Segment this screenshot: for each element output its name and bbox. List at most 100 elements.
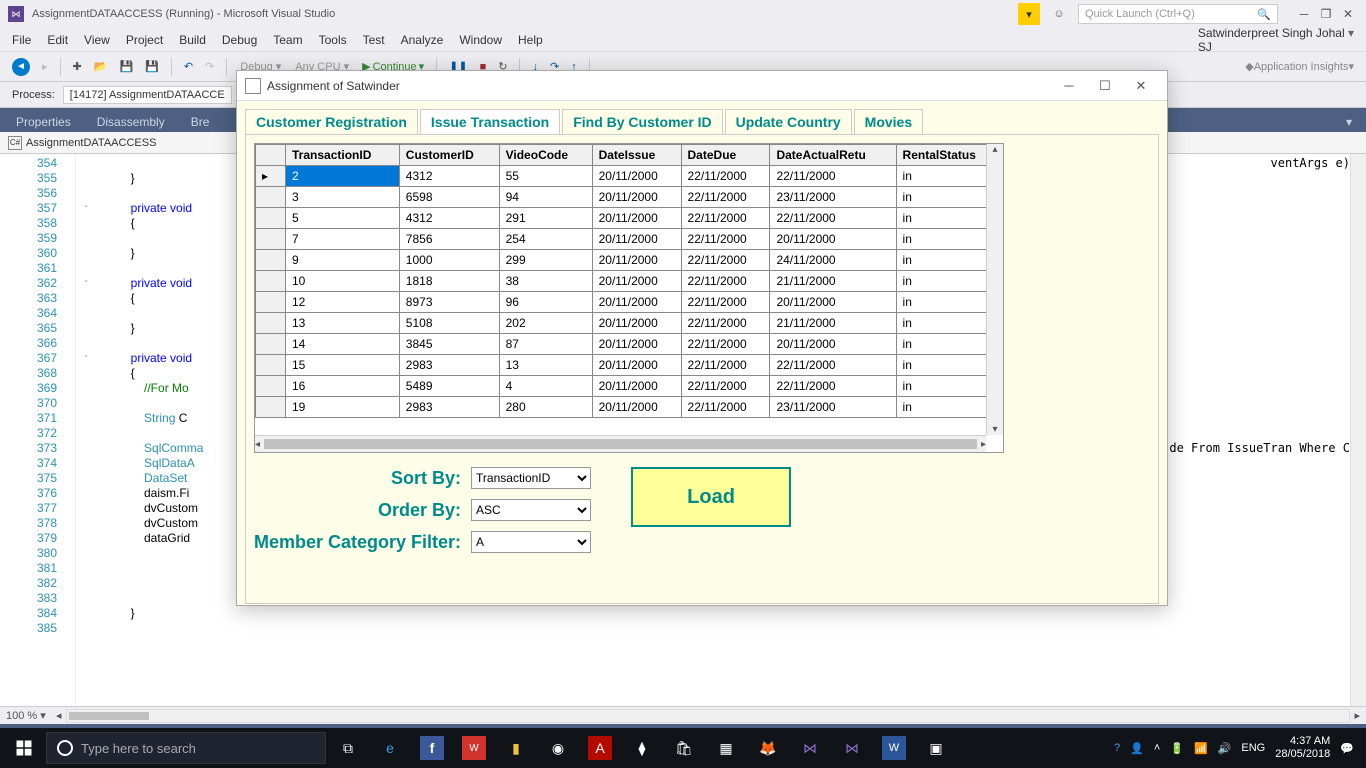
vertical-scrollbar[interactable]	[1350, 132, 1366, 706]
open-icon[interactable]: 📂	[90, 56, 112, 78]
tab-properties[interactable]: Properties	[4, 110, 83, 132]
table-row[interactable]: 5431229120/11/200022/11/200022/11/2000in	[256, 208, 1003, 229]
table-row[interactable]: 7785625420/11/200022/11/200020/11/2000in	[256, 229, 1003, 250]
menu-view[interactable]: View	[84, 33, 110, 47]
dialog-tab-2[interactable]: Find By Customer ID	[562, 109, 722, 134]
table-row[interactable]: ▸243125520/11/200022/11/200022/11/2000in	[256, 166, 1003, 187]
tab-overflow-icon[interactable]: ▾	[1334, 110, 1364, 132]
menu-debug[interactable]: Debug	[222, 33, 257, 47]
wifi-icon[interactable]: 📶	[1194, 742, 1208, 755]
menu-window[interactable]: Window	[459, 33, 502, 47]
minimize-button[interactable]: ─	[1294, 4, 1314, 24]
task-view-icon[interactable]: ⧉	[328, 728, 368, 768]
clock[interactable]: 4:37 AM 28/05/2018	[1275, 735, 1330, 761]
table-row[interactable]: 1438458720/11/200022/11/200020/11/2000in	[256, 334, 1003, 355]
grid-hscroll[interactable]: ◂▸	[255, 435, 986, 452]
menu-build[interactable]: Build	[179, 33, 206, 47]
scroll-left-icon[interactable]: ◂	[56, 709, 62, 722]
table-row[interactable]: 1289739620/11/200022/11/200020/11/2000in	[256, 292, 1003, 313]
data-grid[interactable]: TransactionIDCustomerIDVideoCodeDateIssu…	[254, 143, 1004, 453]
tray-chevron-icon[interactable]: ˄	[1154, 742, 1160, 754]
restore-button[interactable]: ❐	[1316, 4, 1336, 24]
menu-file[interactable]: File	[12, 33, 31, 47]
edge-icon[interactable]: e	[370, 728, 410, 768]
table-row[interactable]: 165489420/11/200022/11/200022/11/2000in	[256, 376, 1003, 397]
tab-breakpoints[interactable]: Bre	[179, 110, 222, 132]
dropbox-icon[interactable]: ⧫	[622, 728, 662, 768]
nav-back-icon[interactable]: ◄	[12, 58, 30, 76]
load-button[interactable]: Load	[631, 467, 791, 527]
dialog-title: Assignment of Satwinder	[267, 79, 400, 93]
menu-team[interactable]: Team	[273, 33, 302, 47]
zoom-dropdown[interactable]: 100 % ▾	[6, 709, 56, 722]
dialog-tab-1[interactable]: Issue Transaction	[420, 109, 560, 134]
word-icon[interactable]: W	[882, 736, 906, 760]
menu-tools[interactable]: Tools	[319, 33, 347, 47]
scroll-right-icon[interactable]: ▸	[1354, 709, 1360, 722]
menu-help[interactable]: Help	[518, 33, 543, 47]
order-by-select[interactable]: ASC	[471, 499, 591, 521]
menu-project[interactable]: Project	[126, 33, 163, 47]
redo-icon[interactable]: ↷	[201, 56, 218, 78]
signed-in-user[interactable]: Satwinderpreet Singh Johal ▾ SJ	[1198, 26, 1354, 54]
language-indicator[interactable]: ENG	[1241, 742, 1265, 754]
volume-icon[interactable]: 🔊	[1218, 742, 1232, 755]
help-icon[interactable]: ?	[1114, 742, 1120, 754]
tab-disassembly[interactable]: Disassembly	[85, 110, 177, 132]
quick-launch-input[interactable]: Quick Launch (Ctrl+Q) 🔍	[1078, 4, 1278, 24]
gimp-icon[interactable]: 🦊	[748, 728, 788, 768]
start-button[interactable]	[4, 728, 44, 768]
save-icon[interactable]: 💾	[115, 56, 137, 78]
dialog-tab-4[interactable]: Movies	[854, 109, 923, 134]
wps-icon[interactable]: W	[462, 736, 486, 760]
table-row[interactable]: 1529831320/11/200022/11/200022/11/2000in	[256, 355, 1003, 376]
table-row[interactable]: 9100029920/11/200022/11/200024/11/2000in	[256, 250, 1003, 271]
tab-panel: TransactionIDCustomerIDVideoCodeDateIssu…	[245, 134, 1159, 604]
feedback-icon[interactable]: ☺	[1048, 3, 1070, 25]
line-number-gutter: 3543553563573583593603613623633643653663…	[0, 132, 76, 706]
nav-fwd-icon[interactable]: ▸	[38, 56, 52, 78]
sort-by-select[interactable]: TransactionID	[471, 467, 591, 489]
dialog-tab-3[interactable]: Update Country	[725, 109, 852, 134]
app-icon	[245, 78, 261, 94]
vs-installer-icon[interactable]: ⋈	[790, 728, 830, 768]
acrobat-icon[interactable]: A	[588, 736, 612, 760]
notification-flag-icon[interactable]: ▾	[1018, 3, 1040, 25]
app-insights-dropdown[interactable]: ◆ Application Insights ▾	[1241, 56, 1358, 78]
app-icon[interactable]: ▦	[706, 728, 746, 768]
filter-select[interactable]: A	[471, 531, 591, 553]
process-selector[interactable]: [14172] AssignmentDATAACCE	[63, 86, 232, 104]
facebook-icon[interactable]: f	[420, 736, 444, 760]
taskbar-search[interactable]: Type here to search	[46, 732, 326, 764]
table-row[interactable]: 365989420/11/200022/11/200023/11/2000in	[256, 187, 1003, 208]
outline-gutter[interactable]: ---	[76, 132, 96, 706]
store-icon[interactable]: 🛍	[664, 728, 704, 768]
table-row[interactable]: 13510820220/11/200022/11/200021/11/2000i…	[256, 313, 1003, 334]
horizontal-scrollbar[interactable]	[66, 709, 1351, 723]
windows-taskbar: Type here to search ⧉ e f W ▮ ◉ A ⧫ 🛍 ▦ …	[0, 728, 1366, 768]
table-row[interactable]: 1018183820/11/200022/11/200021/11/2000in	[256, 271, 1003, 292]
people-icon[interactable]: 👤	[1130, 742, 1144, 755]
notifications-icon[interactable]: 💬	[1340, 742, 1354, 755]
vs-icon[interactable]: ⋈	[832, 728, 872, 768]
dialog-tab-0[interactable]: Customer Registration	[245, 109, 418, 134]
battery-icon[interactable]: 🔋	[1170, 742, 1184, 755]
table-row[interactable]: 19298328020/11/200022/11/200023/11/2000i…	[256, 397, 1003, 418]
chrome-icon[interactable]: ◉	[538, 728, 578, 768]
editor-footer: 100 % ▾ ◂ ▸	[0, 706, 1366, 724]
dialog-maximize-button[interactable]: ☐	[1087, 74, 1123, 98]
menu-edit[interactable]: Edit	[47, 33, 68, 47]
assignment-dialog: Assignment of Satwinder ─ ☐ ✕ Customer R…	[236, 70, 1168, 606]
undo-icon[interactable]: ↶	[180, 56, 197, 78]
menu-test[interactable]: Test	[363, 33, 385, 47]
new-item-icon[interactable]: ✚	[69, 56, 86, 78]
dialog-minimize-button[interactable]: ─	[1051, 74, 1087, 98]
close-button[interactable]: ✕	[1338, 4, 1358, 24]
explorer-icon[interactable]: ▮	[496, 728, 536, 768]
save-all-icon[interactable]: 💾	[141, 56, 163, 78]
menu-analyze[interactable]: Analyze	[401, 33, 444, 47]
dialog-close-button[interactable]: ✕	[1123, 74, 1159, 98]
snip-icon[interactable]: ▣	[916, 728, 956, 768]
dialog-tabs: Customer RegistrationIssue TransactionFi…	[245, 109, 1159, 134]
grid-vscroll[interactable]: ▴▾	[986, 144, 1003, 435]
